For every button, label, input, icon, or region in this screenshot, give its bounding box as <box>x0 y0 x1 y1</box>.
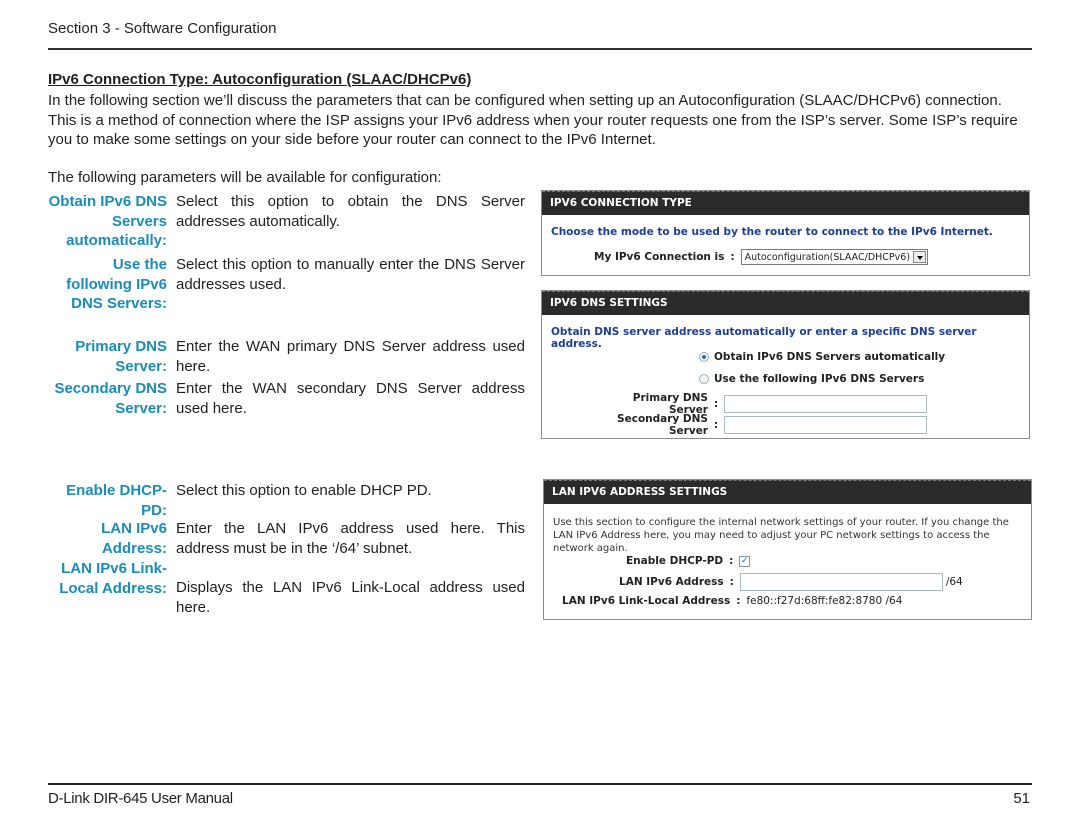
field-label: LAN IPv6 Link-Local Address <box>562 595 731 607</box>
definition-primary-dns: Primary DNS Server: Enter the WAN primar… <box>48 337 525 376</box>
field-colon: : <box>730 251 735 263</box>
primary-dns-input[interactable] <box>724 395 928 413</box>
panel-subtitle: Choose the mode to be used by the router… <box>551 226 993 238</box>
field-colon: : <box>736 595 741 607</box>
definition-lan-ipv6-address: LAN IPv6 Address: Enter the LAN IPv6 add… <box>48 519 525 558</box>
dhcp-pd-checkbox[interactable]: ✓ <box>739 555 751 567</box>
definition-term: Use the following IPv6 DNS Servers: <box>66 256 167 312</box>
section-header: Section 3 - Software Configuration <box>48 20 277 37</box>
field-label: Enable DHCP-PD <box>626 555 724 567</box>
definition-desc: Select this option to obtain the DNS Ser… <box>176 193 525 230</box>
lan-ipv6-address-panel: LAN IPV6 ADDRESS SETTINGS Use this secti… <box>543 479 1032 620</box>
panel-header: IPV6 CONNECTION TYPE <box>542 191 1029 215</box>
panel-header: LAN IPV6 ADDRESS SETTINGS <box>544 480 1031 504</box>
ipv6-connection-type-panel: IPV6 CONNECTION TYPE Choose the mode to … <box>541 190 1030 276</box>
radio-unselected-icon[interactable] <box>699 374 709 384</box>
link-local-row: LAN IPv6 Link-Local Address : fe80::f27d… <box>562 595 902 607</box>
definition-term: LAN IPv6 Link-Local Address: <box>59 560 167 597</box>
footer-manual-title: D-Link DIR-645 User Manual <box>48 790 233 807</box>
lan-ipv6-address-input[interactable] <box>739 573 943 591</box>
field-label: My IPv6 Connection is <box>594 251 725 263</box>
connection-type-select[interactable]: Autoconfiguration(SLAAC/DHCPv6) <box>740 249 929 265</box>
connection-type-row: My IPv6 Connection is : Autoconfiguratio… <box>594 249 929 265</box>
radio-selected-icon[interactable] <box>699 352 709 362</box>
ipv6-dns-settings-panel: IPV6 DNS SETTINGS Obtain DNS server addr… <box>541 290 1030 439</box>
field-label: LAN IPv6 Address <box>619 576 724 588</box>
definition-secondary-dns: Secondary DNS Server: Enter the WAN seco… <box>48 379 525 418</box>
lan-address-row: LAN IPv6 Address : /64 <box>619 573 963 591</box>
definition-link-local: LAN IPv6 Link-Local Address: Displays th… <box>48 559 525 617</box>
definition-obtain-dns-auto: Obtain IPv6 DNS Servers automatically: S… <box>48 192 525 251</box>
definition-desc: Enter the WAN primary DNS Server address… <box>176 338 525 375</box>
definition-desc: Enter the WAN secondary DNS Server addre… <box>176 380 525 417</box>
footer-divider <box>48 783 1032 785</box>
definition-enable-dhcp-pd: Enable DHCP-PD: Select this option to en… <box>48 481 525 520</box>
field-label: Secondary DNS Server <box>617 413 708 437</box>
radio-use-following[interactable]: Use the following IPv6 DNS Servers <box>699 373 924 385</box>
radio-obtain-auto[interactable]: Obtain IPv6 DNS Servers automatically <box>699 351 945 363</box>
definition-desc: Enter the LAN IPv6 address used here. Th… <box>176 520 525 557</box>
page-number: 51 <box>1013 790 1030 807</box>
params-intro: The following parameters will be availab… <box>48 169 442 186</box>
radio-label: Obtain IPv6 DNS Servers automatically <box>714 351 946 363</box>
field-colon: : <box>729 555 734 567</box>
definition-term: Secondary DNS Server: <box>54 380 167 417</box>
definition-term: LAN IPv6 Address: <box>101 520 167 557</box>
header-divider <box>48 48 1032 50</box>
definition-use-following-dns: Use the following IPv6 DNS Servers: Sele… <box>48 255 525 314</box>
radio-label: Use the following IPv6 DNS Servers <box>714 373 925 385</box>
panel-header: IPV6 DNS SETTINGS <box>542 291 1029 315</box>
field-colon: : <box>729 576 734 588</box>
secondary-dns-input[interactable] <box>724 416 928 434</box>
definition-desc: Displays the LAN IPv6 Link-Local address… <box>176 579 525 616</box>
select-value: Autoconfiguration(SLAAC/DHCPv6) <box>744 251 911 263</box>
prefix-suffix: /64 <box>945 576 963 588</box>
chevron-down-icon[interactable] <box>913 251 927 263</box>
dhcp-pd-row: Enable DHCP-PD : ✓ <box>626 555 751 567</box>
intro-paragraph: In the following section we’ll discuss t… <box>48 92 1018 148</box>
page-title: IPv6 Connection Type: Autoconfiguration … <box>48 71 472 88</box>
definition-term: Enable DHCP-PD: <box>66 482 167 519</box>
field-colon: : <box>714 419 719 431</box>
definition-term: Obtain IPv6 DNS Servers automatically: <box>48 193 167 249</box>
field-colon: : <box>714 398 719 410</box>
checkmark-icon: ✓ <box>741 555 749 566</box>
definition-term: Primary DNS Server: <box>75 338 167 375</box>
definition-desc: Select this option to manually enter the… <box>176 256 525 293</box>
definition-desc: Select this option to enable DHCP PD. <box>176 482 432 499</box>
link-local-value: fe80::f27d:68ff:fe82:8780 /64 <box>746 595 903 607</box>
secondary-dns-row: Secondary DNS Server : <box>592 413 928 437</box>
panel-subtitle: Obtain DNS server address automatically … <box>551 326 977 350</box>
panel-note: Use this section to configure the intern… <box>553 517 1009 554</box>
